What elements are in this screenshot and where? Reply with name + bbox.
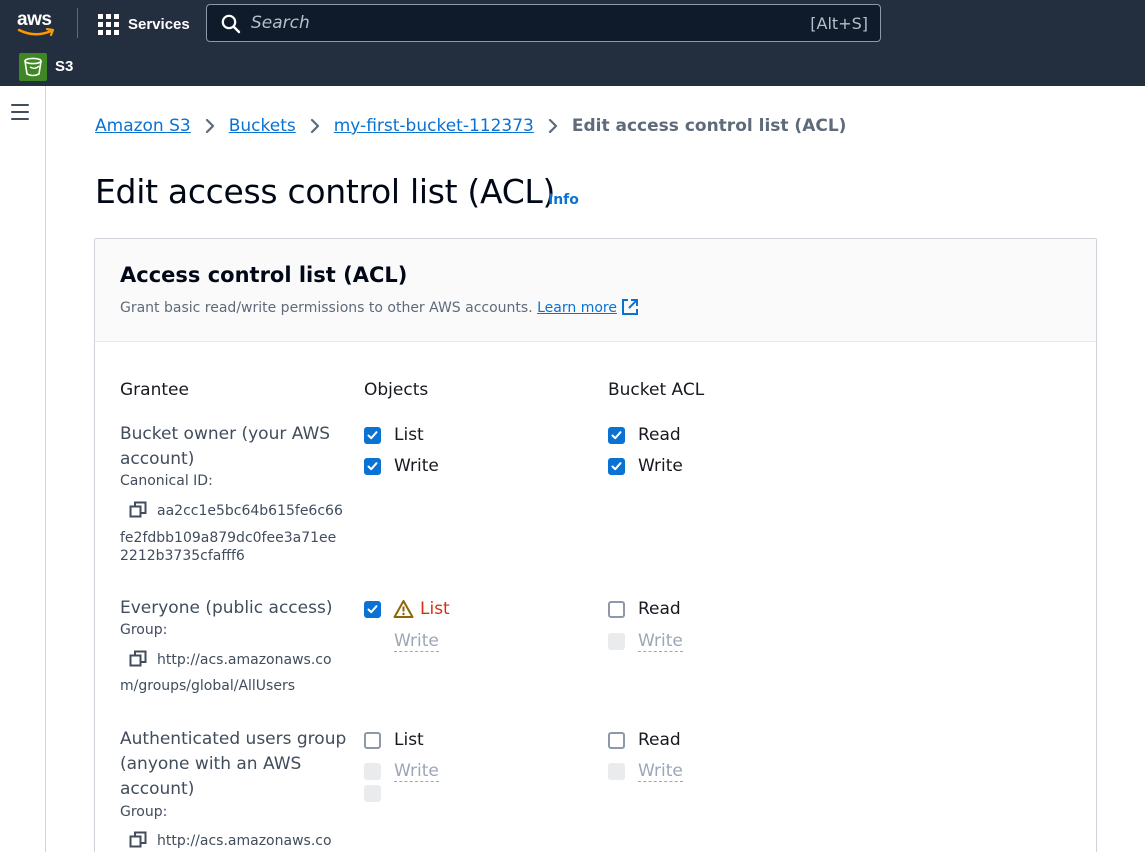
chevron-right-icon bbox=[310, 119, 319, 133]
copy-icon[interactable] bbox=[129, 831, 147, 849]
external-link-icon bbox=[621, 299, 638, 315]
group-uri-text: m/groups/global/AllUsers bbox=[120, 678, 295, 694]
checkbox-label: Read bbox=[638, 599, 681, 619]
canonical-id-text: fe2fdbb109a879dc0fee3a71ee bbox=[120, 530, 337, 546]
panel-title: Access control list (ACL) bbox=[120, 263, 408, 287]
grantee-name-line: (anyone with an AWS bbox=[120, 754, 302, 774]
s3-service-icon[interactable] bbox=[19, 53, 47, 81]
group-uri-text: http://acs.amazonaws.co bbox=[157, 833, 332, 849]
aws-logo[interactable]: aws bbox=[17, 9, 57, 37]
grantee-name-line: Authenticated users group bbox=[120, 729, 347, 749]
checkmark-icon bbox=[367, 431, 378, 440]
top-navigation-row: aws Services [Alt+S] bbox=[0, 0, 1145, 48]
checkbox-label: Write bbox=[394, 631, 439, 652]
breadcrumb-amazon-s3[interactable]: Amazon S3 bbox=[95, 116, 191, 136]
checkbox-label: Write bbox=[638, 761, 683, 782]
nav-divider bbox=[77, 8, 78, 38]
info-link[interactable]: Info bbox=[548, 192, 579, 208]
grid-icon bbox=[98, 13, 119, 35]
checkbox-owner-objects-write[interactable] bbox=[364, 458, 381, 475]
checkbox-everyone-objects-list[interactable] bbox=[364, 601, 381, 618]
warning-icon bbox=[393, 600, 414, 618]
checkbox-label: Write bbox=[394, 456, 439, 476]
grantee-name-line: Bucket owner (your AWS bbox=[120, 424, 331, 444]
checkbox-authenticated-objects-write bbox=[364, 763, 381, 780]
grantee-id-label: Group: bbox=[120, 622, 168, 638]
checkbox-label: Write bbox=[394, 761, 439, 782]
chevron-right-icon bbox=[548, 119, 557, 133]
search-shortcut-hint: [Alt+S] bbox=[810, 14, 868, 33]
copy-icon[interactable] bbox=[129, 650, 147, 668]
side-navigation-rail bbox=[0, 86, 46, 852]
checkbox-owner-bucket-write[interactable] bbox=[608, 458, 625, 475]
checkmark-icon bbox=[611, 431, 622, 440]
checkbox-everyone-objects-write bbox=[364, 785, 381, 802]
checkbox-label: Write bbox=[638, 631, 683, 652]
copy-icon[interactable] bbox=[129, 501, 147, 519]
checkmark-icon bbox=[611, 462, 622, 471]
grantee-name-line: Everyone (public access) bbox=[120, 598, 333, 618]
learn-more-label: Learn more bbox=[537, 300, 617, 316]
checkbox-label: Read bbox=[638, 425, 681, 445]
grantee-id-label: Group: bbox=[120, 804, 168, 820]
breadcrumb-buckets[interactable]: Buckets bbox=[229, 116, 296, 136]
service-bar: S3 bbox=[0, 50, 1145, 84]
bucket-icon bbox=[24, 57, 42, 77]
chevron-right-icon bbox=[205, 119, 214, 133]
checkbox-everyone-bucket-write bbox=[608, 633, 625, 650]
canonical-id-text: 2212b3735cfafff6 bbox=[120, 548, 245, 564]
main-content: Amazon S3 Buckets my-first-bucket-112373… bbox=[47, 86, 1145, 852]
services-menu-button[interactable]: Services bbox=[98, 12, 190, 36]
checkbox-label: Write bbox=[638, 456, 683, 476]
checkbox-label: List bbox=[394, 730, 424, 750]
checkmark-icon bbox=[367, 462, 378, 471]
checkbox-label-warning: List bbox=[420, 599, 450, 619]
checkbox-everyone-bucket-read[interactable] bbox=[608, 601, 625, 618]
search-icon bbox=[221, 14, 241, 34]
breadcrumb: Amazon S3 Buckets my-first-bucket-112373… bbox=[95, 114, 846, 138]
services-label: Services bbox=[128, 15, 190, 33]
checkbox-authenticated-objects-list[interactable] bbox=[364, 732, 381, 749]
checkbox-authenticated-bucket-write bbox=[608, 763, 625, 780]
grantee-id-label: Canonical ID: bbox=[120, 473, 213, 489]
checkbox-label: List bbox=[394, 425, 424, 445]
service-name-link[interactable]: S3 bbox=[55, 58, 73, 75]
panel-description: Grant basic read/write permissions to ot… bbox=[120, 298, 639, 316]
group-uri-text: http://acs.amazonaws.co bbox=[157, 652, 332, 668]
menu-icon[interactable] bbox=[11, 104, 31, 120]
grantee-name-line: account) bbox=[120, 449, 195, 469]
top-navigation: aws Services [Alt+S] bbox=[0, 0, 1145, 86]
checkbox-owner-objects-list[interactable] bbox=[364, 427, 381, 444]
page-title: Edit access control list (ACL) bbox=[95, 172, 556, 211]
column-header-objects: Objects bbox=[364, 380, 429, 400]
column-header-bucket-acl: Bucket ACL bbox=[608, 380, 705, 400]
checkbox-label: Read bbox=[638, 730, 681, 750]
checkbox-owner-bucket-read[interactable] bbox=[608, 427, 625, 444]
panel-description-text: Grant basic read/write permissions to ot… bbox=[120, 300, 533, 316]
learn-more-link[interactable]: Learn more bbox=[537, 299, 639, 316]
acl-panel: Access control list (ACL) Grant basic re… bbox=[94, 238, 1097, 852]
panel-header: Access control list (ACL) Grant basic re… bbox=[95, 239, 1096, 342]
canonical-id-text: aa2cc1e5bc64b615fe6c66 bbox=[157, 503, 343, 519]
breadcrumb-current: Edit access control list (ACL) bbox=[571, 116, 847, 136]
breadcrumb-bucket-name[interactable]: my-first-bucket-112373 bbox=[334, 116, 534, 136]
checkmark-icon bbox=[367, 605, 378, 614]
grantee-name-line: account) bbox=[120, 779, 195, 799]
aws-smile-icon bbox=[17, 28, 55, 37]
column-header-grantee: Grantee bbox=[120, 380, 189, 400]
search-input[interactable] bbox=[251, 5, 791, 41]
checkbox-authenticated-bucket-read[interactable] bbox=[608, 732, 625, 749]
search-bar[interactable]: [Alt+S] bbox=[206, 4, 881, 42]
